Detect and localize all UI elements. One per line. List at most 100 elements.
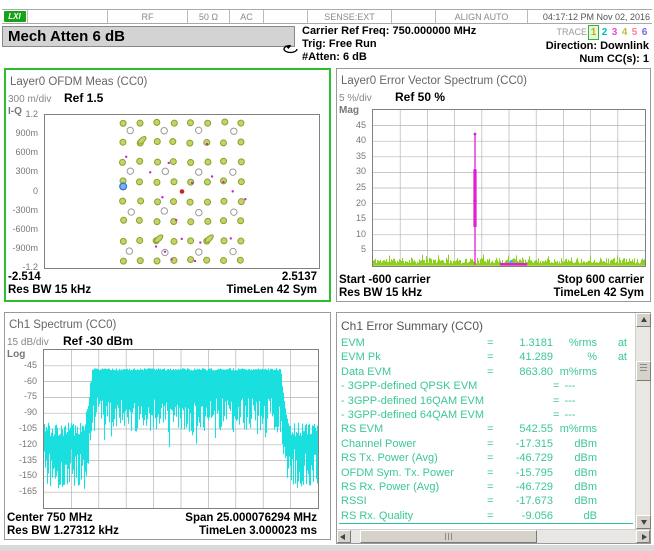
equals-sign: =: [487, 336, 497, 350]
summary-metric-unit: dBm: [553, 494, 597, 508]
y-tick: -150: [19, 470, 37, 480]
span-label: Span 25.000076294 MHz: [185, 512, 317, 524]
y-tick: 15: [356, 213, 366, 223]
summary-separator: [339, 523, 633, 524]
direction: Direction: Downlink: [546, 40, 649, 53]
y-tick: -600m: [12, 224, 38, 234]
lxi-logo: LXI: [2, 10, 28, 23]
status-50-: 50 Ω: [188, 10, 230, 23]
summary-metric-suffix: [618, 408, 633, 422]
summary-metric-unit: %rms: [553, 336, 597, 350]
spectrum-plot[interactable]: [43, 349, 319, 509]
summary-metric-suffix: [607, 451, 627, 465]
y-tick: -165: [19, 486, 37, 496]
summary-row: Channel Power=-17.315dBm: [341, 437, 633, 451]
y-tick: 40: [356, 135, 366, 145]
summary-metric-suffix: [607, 437, 627, 451]
summary-metric-suffix: [607, 494, 627, 508]
center-freq-label: Center 750 MHz: [7, 512, 93, 524]
panel-error-summary[interactable]: Ch1 Error Summary (CC0) EVM=1.3181%rmsat…: [336, 312, 651, 544]
trace-3[interactable]: 3: [610, 26, 619, 39]
summary-metric-name: EVM Pk: [341, 350, 487, 364]
summary-row: OFDM Sym. Tx. Power=-15.795dBm: [341, 466, 633, 480]
trace-6[interactable]: 6: [640, 26, 649, 39]
summary-metric-name: RS Tx. Power (Avg): [341, 451, 487, 465]
summary-metric-value: ---: [560, 394, 575, 408]
equals-sign: =: [553, 379, 560, 393]
summary-metric-name: - 3GPP-defined 16QAM EVM: [341, 394, 553, 408]
summary-metric-value: ---: [560, 408, 575, 422]
scroll-up-button[interactable]: [636, 313, 651, 327]
trace-2[interactable]: 2: [600, 26, 609, 39]
summary-metric-name: - 3GPP-defined QPSK EVM: [341, 379, 553, 393]
right-arrow-icon: [642, 534, 647, 540]
summary-metric-value: 41.289: [497, 350, 553, 364]
summary-metric-name: RS Rx. Quality: [341, 509, 487, 523]
summary-metric-suffix: at: [607, 350, 627, 364]
summary-row: EVM Pk=41.289%at: [341, 350, 633, 364]
vertical-scroll-thumb[interactable]: [636, 361, 651, 381]
y-tick: -60: [24, 376, 37, 386]
summary-metric-name: RS EVM: [341, 422, 487, 436]
y-tick: 20: [356, 198, 366, 208]
scroll-down-button[interactable]: [636, 515, 651, 529]
y-tick: 1.2: [25, 109, 38, 119]
horizontal-scrollbar[interactable]: [337, 529, 650, 543]
summary-metric-unit: dBm: [553, 437, 597, 451]
panel-ch1-spectrum[interactable]: Ch1 Spectrum (CC0) 15 dB/div Ref -30 dBm…: [4, 312, 331, 540]
y-tick: -75: [24, 391, 37, 401]
constellation-plot[interactable]: [44, 114, 320, 269]
time-len-label: TimeLen 42 Sym: [553, 287, 644, 299]
summary-metric-name: - 3GPP-defined 64QAM EVM: [341, 408, 553, 422]
status-align-auto: ALIGN AUTO: [436, 10, 528, 23]
equals-sign: =: [553, 394, 560, 408]
summary-metric-name: Data EVM: [341, 365, 487, 379]
res-bw-label: Res BW 15 kHz: [8, 284, 91, 296]
summary-row: - 3GPP-defined 16QAM EVM=---: [341, 394, 633, 408]
equals-sign: =: [487, 437, 497, 451]
x-min-label: -2.514: [8, 271, 41, 283]
horizontal-scroll-thumb[interactable]: [360, 530, 537, 543]
summary-metric-name: Channel Power: [341, 437, 487, 451]
panel-ofdm-constellation[interactable]: Layer0 OFDM Meas (CC0) 300 m/div Ref 1.5…: [4, 68, 331, 302]
constellation-trace: [45, 115, 319, 268]
vsa-application: { "status_bar": { "cells": [ {"label": "…: [0, 0, 654, 551]
trace-5[interactable]: 5: [630, 26, 639, 39]
trace-4[interactable]: 4: [620, 26, 629, 39]
summary-metric-suffix: [618, 379, 633, 393]
trace-header: TRACE 123456 Direction: Downlink Num CC(…: [546, 25, 649, 66]
trace-1[interactable]: 1: [588, 25, 599, 40]
summary-metric-value: -46.729: [497, 451, 553, 465]
scroll-right-button[interactable]: [636, 530, 650, 543]
down-arrow-icon: [641, 520, 647, 525]
summary-row: - 3GPP-defined QPSK EVM=---: [341, 379, 633, 393]
y-axis-labels: 1.2900m600m300m0-300m-600m-900m-1.2: [6, 114, 42, 267]
scale-per-div: 5 %/div: [339, 93, 372, 104]
y-tick: 25: [356, 182, 366, 192]
scroll-left-button[interactable]: [337, 530, 351, 543]
evm-spectrum-plot[interactable]: [372, 109, 646, 267]
ref-level: Ref 50 %: [395, 90, 445, 104]
summary-metric-value: -46.729: [497, 480, 553, 494]
panel-title: Layer0 Error Vector Spectrum (CC0): [341, 75, 527, 87]
summary-row: RS Tx. Power (Avg)=-46.729dBm: [341, 451, 633, 465]
status-sense-ext: SENSE:EXT: [308, 10, 392, 23]
y-tick: 600m: [15, 147, 38, 157]
summary-metric-suffix: [607, 365, 627, 379]
summary-row: RS EVM=542.55m%rms: [341, 422, 633, 436]
status-ac: AC: [230, 10, 264, 23]
status-04-17-12-pm-nov-02-2016: 04:17:12 PM Nov 02, 2016: [528, 10, 652, 23]
equals-sign: =: [487, 422, 497, 436]
summary-metric-unit: dBm: [553, 466, 597, 480]
summary-metric-name: RSSI: [341, 494, 487, 508]
summary-metric-unit: [575, 379, 608, 393]
panel-error-vector-spectrum[interactable]: Layer0 Error Vector Spectrum (CC0) 5 %/d…: [336, 68, 651, 302]
summary-metric-value: ---: [560, 379, 575, 393]
free-run-loop-icon: [282, 44, 300, 57]
equals-sign: =: [487, 494, 497, 508]
status-spacer: [28, 10, 108, 23]
status-bar: LXIRF50 ΩACSENSE:EXTALIGN AUTO04:17:12 P…: [2, 9, 652, 24]
time-len-label: TimeLen 42 Sym: [226, 284, 317, 296]
vertical-scrollbar[interactable]: [635, 313, 650, 529]
trace-selector: TRACE 123456: [546, 25, 649, 40]
